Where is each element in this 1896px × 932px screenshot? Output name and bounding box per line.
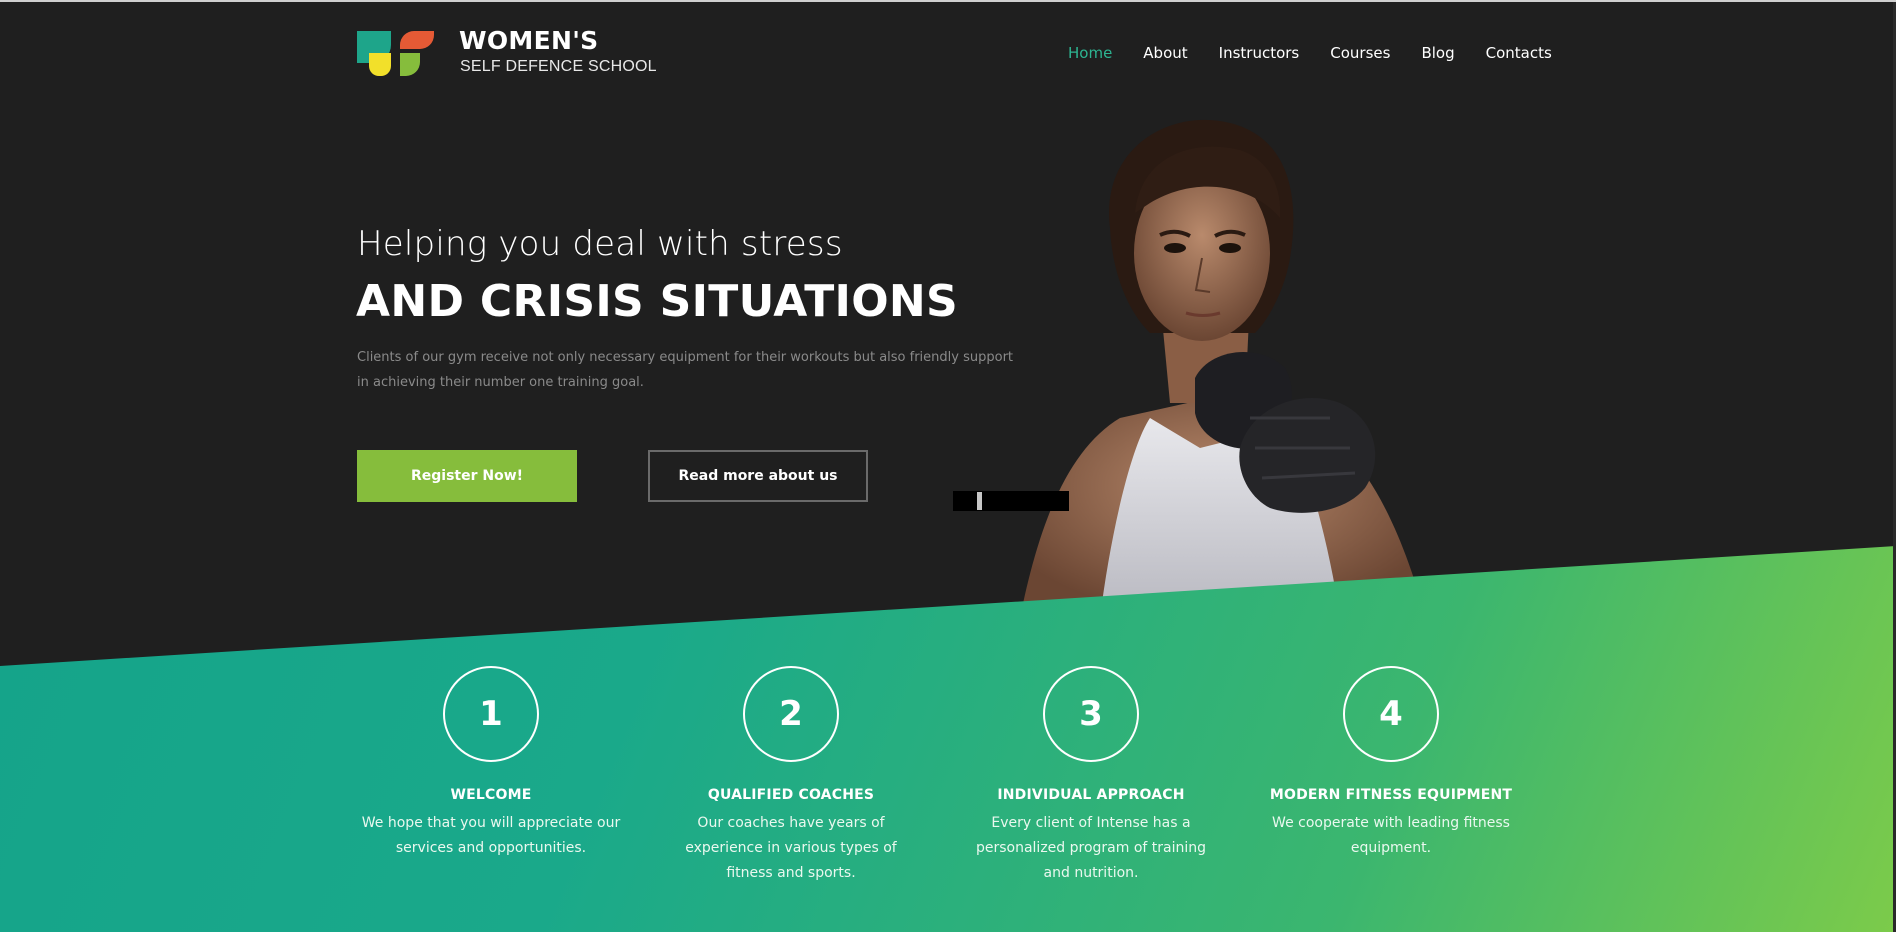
media-slider[interactable] [953,491,1069,511]
hero-woman-image [1020,119,1420,618]
window-top-border [0,0,1896,2]
feature-title: INDIVIDUAL APPROACH [997,787,1185,803]
feature-item: 4 MODERN FITNESS EQUIPMENT We cooperate … [1261,666,1521,861]
hero-subline: Helping you deal with stress [357,224,843,264]
feature-number-circle: 2 [743,666,839,762]
feature-title: MODERN FITNESS EQUIPMENT [1269,787,1513,803]
feature-title: WELCOME [450,787,532,803]
nav-item-home[interactable]: Home [1068,44,1112,62]
register-now-button[interactable]: Register Now! [357,450,577,502]
nav-item-about[interactable]: About [1143,44,1187,62]
nav-item-instructors[interactable]: Instructors [1219,44,1300,62]
school-logo[interactable] [357,31,434,76]
hero-headline: AND CRISIS SITUATIONS [356,276,959,327]
feature-text: We cooperate with leading fitness equipm… [1272,815,1510,856]
main-nav: Home About Instructors Courses Blog Cont… [1068,44,1552,62]
feature-title: QUALIFIED COACHES [707,787,875,803]
feature-text: Every client of Intense has a personaliz… [975,815,1207,881]
nav-item-courses[interactable]: Courses [1330,44,1390,62]
nav-item-blog[interactable]: Blog [1421,44,1454,62]
feature-text: Our coaches have years of experience in … [685,815,897,881]
brand-title[interactable]: WOMEN'S [459,26,598,55]
slider-handle[interactable] [977,492,982,510]
features-band [0,546,1896,932]
feature-number-circle: 1 [443,666,539,762]
nav-item-contacts[interactable]: Contacts [1486,44,1552,62]
feature-item: 2 QUALIFIED COACHES Our coaches have yea… [661,666,921,886]
read-more-button[interactable]: Read more about us [648,450,868,502]
hero-description: Clients of our gym receive not only nece… [357,350,1014,390]
feature-item: 1 WELCOME We hope that you will apprecia… [361,666,621,861]
feature-number-circle: 4 [1343,666,1439,762]
brand-subtitle[interactable]: SELF DEFENCE SCHOOL [460,58,657,76]
feature-number-circle: 3 [1043,666,1139,762]
feature-text: We hope that you will appreciate our ser… [361,815,621,856]
feature-item: 3 INDIVIDUAL APPROACH Every client of In… [961,666,1221,886]
